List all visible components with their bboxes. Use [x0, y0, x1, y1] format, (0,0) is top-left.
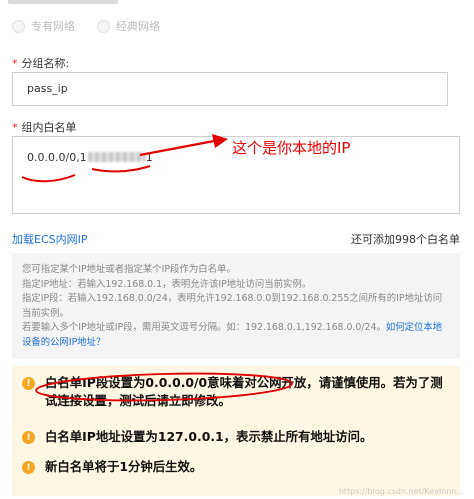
- whitelist-value: 0.0.0.0/0,1 1: [27, 151, 153, 164]
- whitelist-label: * 组内白名单: [12, 121, 77, 134]
- warning-icon: !: [22, 377, 35, 390]
- required-asterisk: *: [12, 57, 18, 70]
- warning-text: 白名单IP段设置为0.0.0.0/0意味着对公网开放，请谨慎使用。若为了测试连接…: [45, 375, 443, 408]
- radio-vpc[interactable]: 专有网络: [12, 18, 75, 34]
- warning-item: ! 白名单IP段设置为0.0.0.0/0意味着对公网开放，请谨慎使用。若为了测试…: [22, 374, 452, 410]
- annotation-label: 这个是你本地的IP: [232, 139, 351, 157]
- network-type-radio-group: 专有网络 经典网络: [12, 16, 182, 36]
- warning-icon: !: [22, 461, 35, 474]
- warning-box: ! 白名单IP段设置为0.0.0.0/0意味着对公网开放，请谨慎使用。若为了测试…: [12, 366, 460, 496]
- group-name-input[interactable]: pass_ip: [12, 72, 448, 106]
- help-line: 您可指定某个IP地址或者指定某个IP段作为白名单。: [22, 264, 236, 275]
- remaining-count-text: 还可添加998个白名单: [351, 233, 460, 246]
- radio-circle-icon: [12, 19, 25, 33]
- warning-item: ! 白名单IP地址设置为127.0.0.1，表示禁止所有地址访问。: [22, 428, 452, 446]
- warning-text: 白名单IP地址设置为127.0.0.1，表示禁止所有地址访问。: [45, 429, 373, 444]
- group-name-label: * 分组名称:: [12, 57, 70, 70]
- radio-classic[interactable]: 经典网络: [97, 18, 160, 34]
- radio-circle-icon: [97, 19, 110, 33]
- radio-vpc-label: 专有网络: [31, 20, 75, 33]
- load-ecs-ip-link[interactable]: 加载ECS内网IP: [12, 231, 88, 247]
- help-description-box: 您可指定某个IP地址或者指定某个IP段作为白名单。 指定IP地址：若输入192.…: [12, 253, 460, 359]
- warning-icon: !: [22, 431, 35, 444]
- help-line: 若要输入多个IP地址或IP段，需用英文逗号分隔。如：192.168.0.1,19…: [22, 322, 443, 348]
- radio-classic-label: 经典网络: [116, 20, 160, 33]
- help-line: 指定IP地址：若输入192.168.0.1，表明允许该IP地址访问当前实例。: [22, 278, 312, 290]
- group-name-value: pass_ip: [27, 82, 68, 95]
- warning-text: 新白名单将于1分钟后生效。: [45, 459, 203, 474]
- required-asterisk: *: [12, 121, 18, 134]
- redacted-ip-blur: [87, 152, 146, 162]
- warning-item: ! 新白名单将于1分钟后生效。: [22, 458, 452, 476]
- watermark: https://blog.csdn.net/Kevinnn...: [338, 487, 464, 496]
- cropped-section-header: [0, 0, 474, 6]
- help-line: 指定IP段：若输入192.168.0.0/24，表明允许192.168.0.0到…: [22, 293, 443, 319]
